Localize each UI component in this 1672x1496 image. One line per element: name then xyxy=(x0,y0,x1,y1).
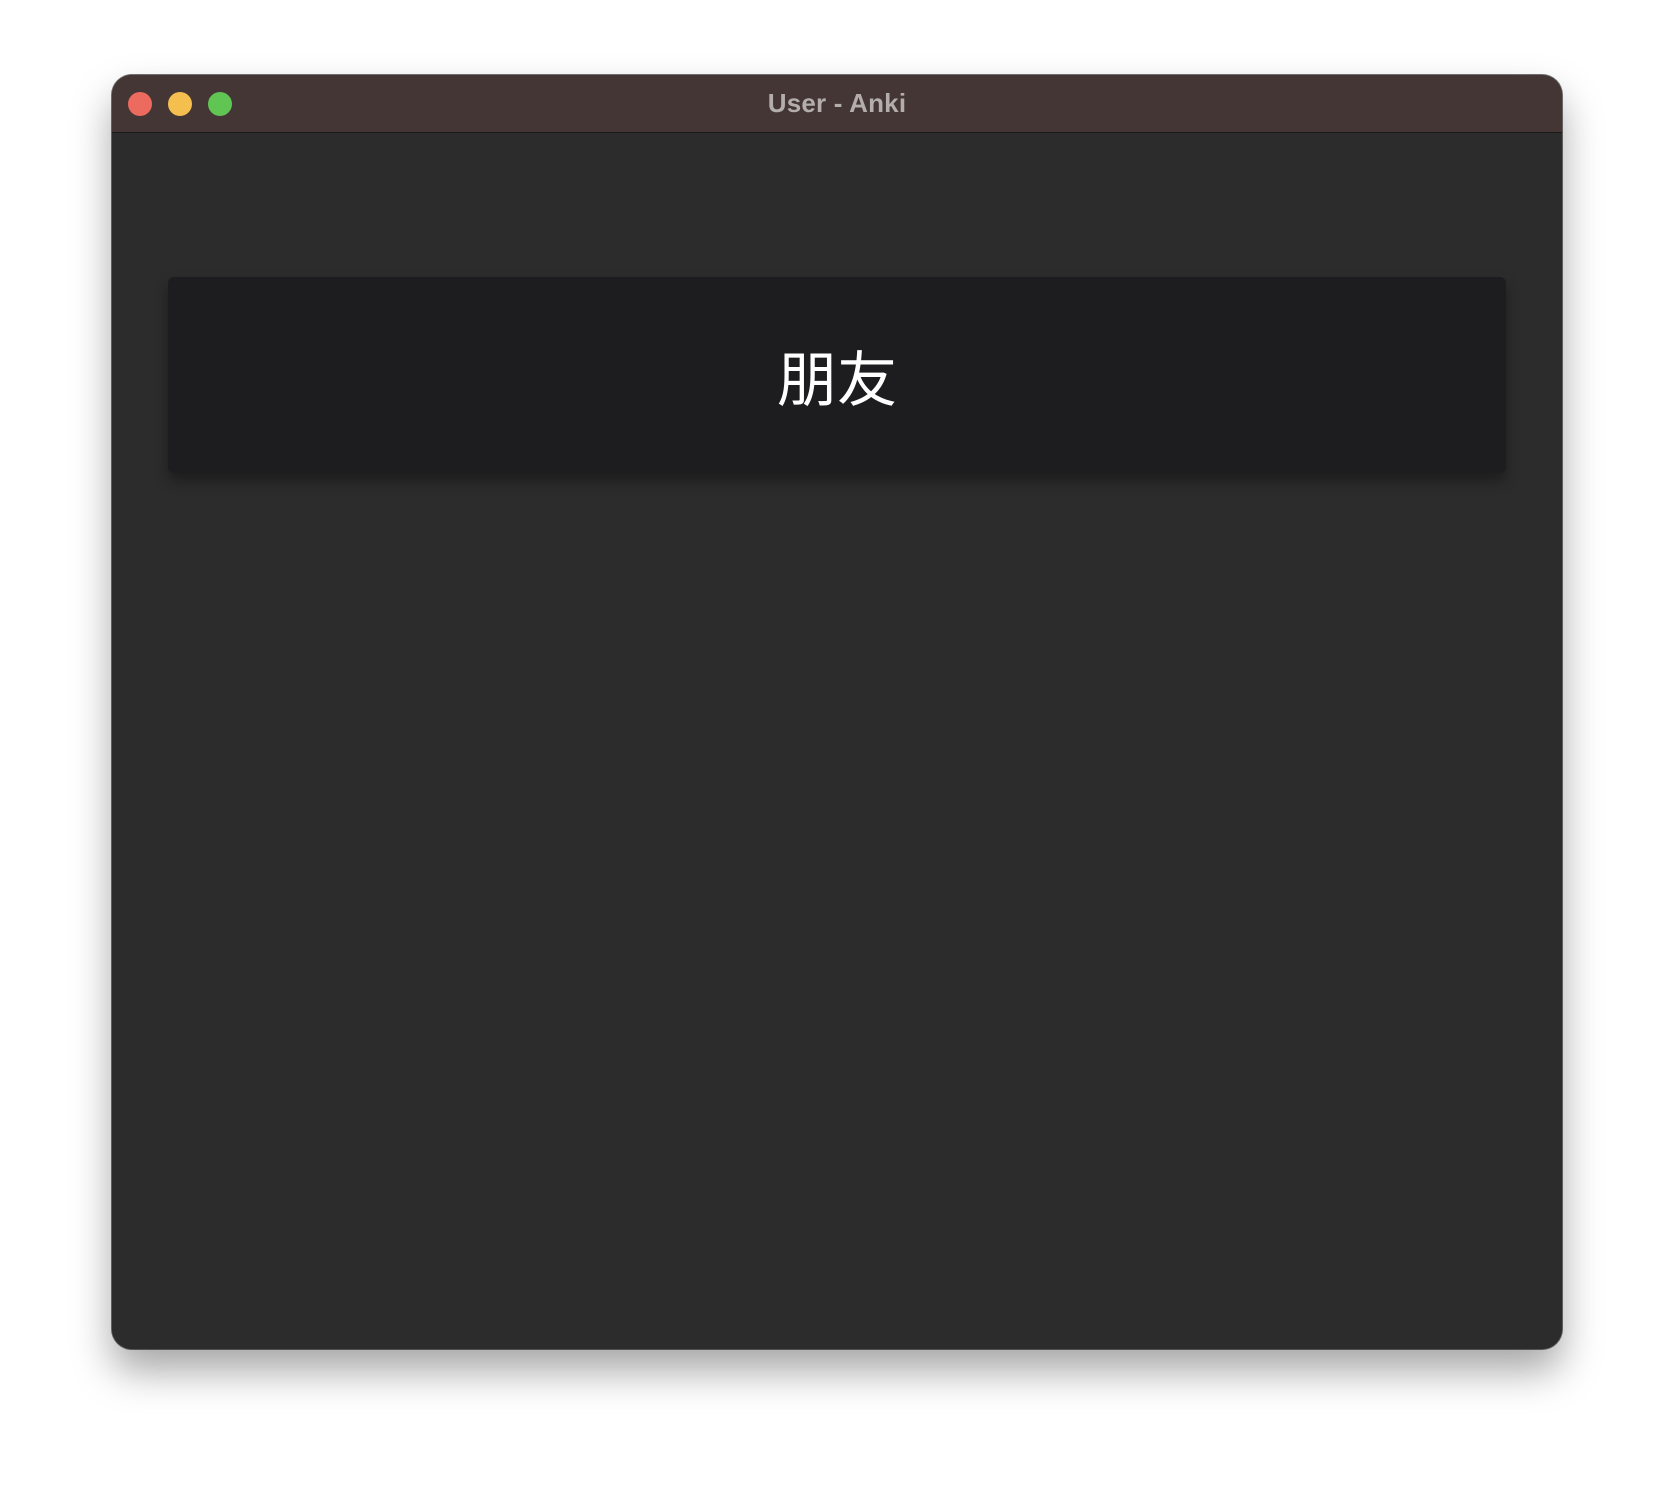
title-bar[interactable]: User - Anki xyxy=(112,75,1562,133)
review-area: 朋友 xyxy=(112,133,1562,1349)
app-window: User - Anki 朋友 xyxy=(112,75,1562,1349)
card-front-text: 朋友 xyxy=(777,345,897,416)
flashcard[interactable]: 朋友 xyxy=(168,277,1506,473)
window-title: User - Anki xyxy=(767,88,907,118)
